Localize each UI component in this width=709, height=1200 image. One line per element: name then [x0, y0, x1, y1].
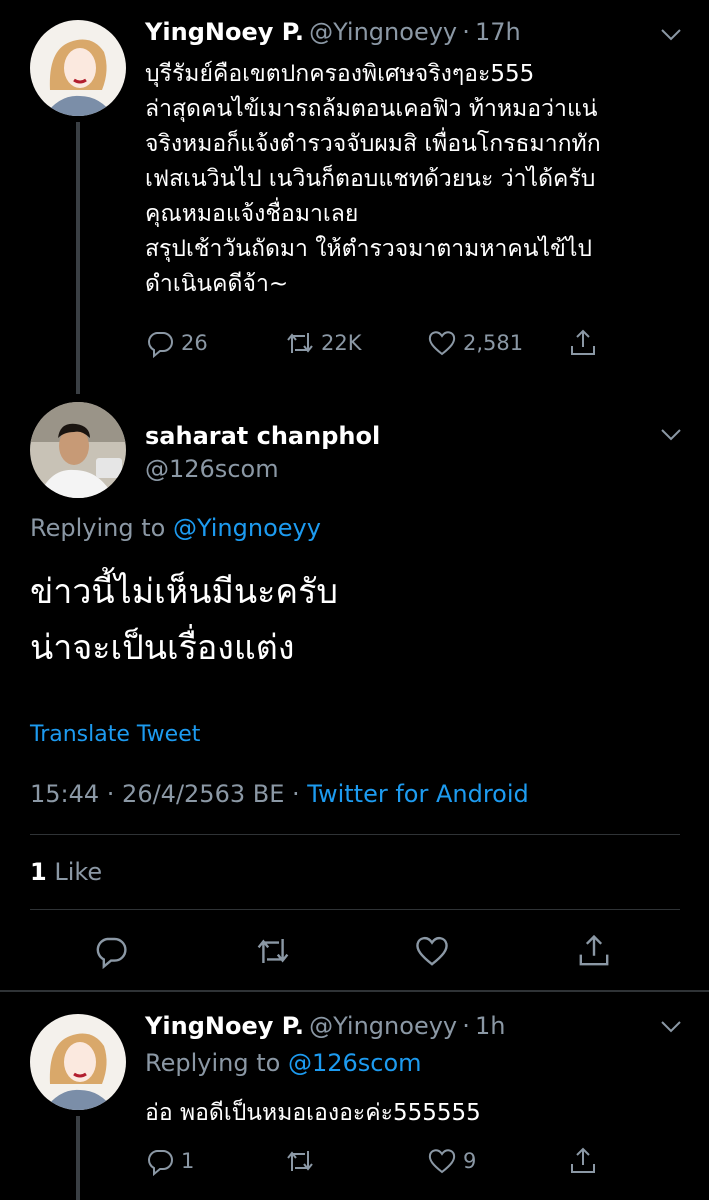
- like-label: Like: [54, 858, 103, 886]
- display-name[interactable]: YingNoey P.: [145, 1012, 304, 1040]
- reply-count: 26: [181, 331, 208, 355]
- divider: [30, 909, 680, 910]
- reply-count: 1: [181, 1149, 195, 1173]
- replying-to-label: Replying to: [30, 514, 166, 542]
- separator: ·: [462, 18, 470, 46]
- thread-line: [76, 122, 80, 394]
- thread-line: [76, 1116, 80, 1200]
- like-count: 9: [463, 1149, 477, 1173]
- tweet-timestamp[interactable]: 15:44 · 26/4/2563 BE ·: [30, 780, 300, 808]
- user-handle[interactable]: @126scom: [145, 455, 279, 483]
- like-icon[interactable]: [414, 933, 450, 969]
- tweet-text: บุรีรัมย์คือเขตปกครองพิเศษจริงๆอะ555 ล่า…: [145, 61, 601, 297]
- retweet-count: 22K: [321, 331, 362, 355]
- like-button[interactable]: 2,581: [427, 328, 523, 358]
- replying-to-label: Replying to: [145, 1049, 281, 1077]
- retweet-button[interactable]: [285, 1146, 321, 1176]
- like-icon: [428, 1149, 456, 1174]
- retweet-icon: [287, 333, 313, 353]
- replying-to-handle[interactable]: @Yingnoeyy: [173, 514, 321, 542]
- reply-icon: [148, 1150, 173, 1176]
- like-button[interactable]: 9: [427, 1146, 476, 1176]
- tweet-time[interactable]: 17h: [475, 18, 521, 46]
- translate-tweet-link[interactable]: Translate Tweet: [30, 722, 200, 747]
- chevron-down-icon[interactable]: [660, 28, 682, 42]
- reply-icon: [148, 332, 173, 358]
- display-name[interactable]: saharat chanphol: [145, 422, 380, 450]
- user-handle[interactable]: @Yingnoeyy: [309, 18, 457, 46]
- separator: ·: [462, 1012, 470, 1040]
- retweet-icon[interactable]: [254, 933, 292, 969]
- section-divider: [0, 990, 709, 992]
- like-icon: [428, 331, 456, 356]
- retweet-button[interactable]: 22K: [285, 328, 362, 358]
- chevron-down-icon[interactable]: [660, 1020, 682, 1034]
- reply-button[interactable]: 26: [145, 328, 208, 358]
- divider: [30, 834, 680, 835]
- tweet-text: ข่าวนี้ไม่เห็นมีนะครับ น่าจะเป็นเรื่องแต…: [30, 572, 338, 668]
- likes-summary[interactable]: 1 Like: [30, 858, 102, 886]
- chevron-down-icon[interactable]: [660, 428, 682, 442]
- user-handle[interactable]: @Yingnoeyy: [309, 1012, 457, 1040]
- like-count: 2,581: [463, 331, 524, 355]
- like-count: 1: [30, 858, 47, 886]
- replying-to-handle[interactable]: @126scom: [288, 1049, 422, 1077]
- tweet-source[interactable]: Twitter for Android: [307, 780, 528, 808]
- avatar[interactable]: [30, 20, 126, 116]
- tweet-time[interactable]: 1h: [475, 1012, 505, 1040]
- share-icon: [571, 1147, 595, 1173]
- avatar[interactable]: [30, 1014, 126, 1110]
- reply-icon[interactable]: [93, 933, 129, 969]
- share-button[interactable]: [568, 1146, 598, 1176]
- share-icon[interactable]: [576, 933, 612, 969]
- retweet-icon: [287, 1151, 313, 1171]
- share-button[interactable]: [568, 328, 598, 358]
- reply-button[interactable]: 1: [145, 1146, 194, 1176]
- tweet-text: อ่อ พอดีเป็นหมอเองอะค่ะ555555: [145, 1100, 481, 1126]
- share-icon: [571, 329, 595, 355]
- display-name[interactable]: YingNoey P.: [145, 18, 304, 46]
- avatar[interactable]: [30, 402, 126, 498]
